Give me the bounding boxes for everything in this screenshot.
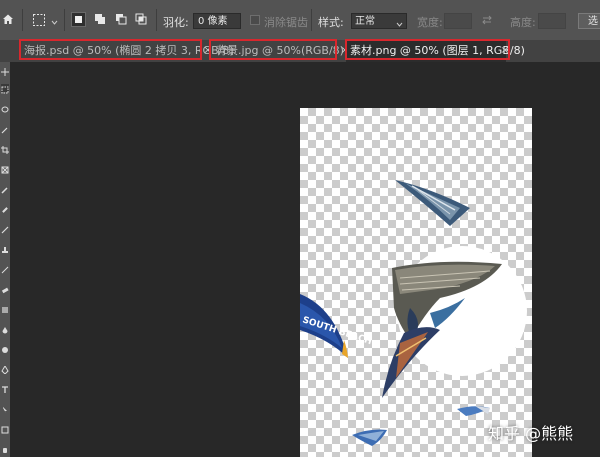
chevron-down-icon[interactable]	[51, 16, 58, 25]
height-input[interactable]	[538, 13, 566, 29]
feather-label: 羽化:	[163, 16, 189, 29]
home-icon[interactable]	[2, 13, 14, 25]
intersect-selection-icon[interactable]	[134, 12, 148, 26]
rectangle-tool-icon[interactable]	[1, 424, 9, 434]
tools-panel	[0, 62, 10, 457]
move-tool-icon[interactable]	[1, 66, 9, 76]
antialias-label: 消除锯齿	[264, 16, 308, 29]
style-label: 样式:	[318, 16, 344, 29]
gradient-tool-icon[interactable]	[1, 304, 9, 313]
style-select-value: 正常	[355, 16, 375, 27]
canvas-artwork: SOUTH BEACH	[300, 180, 527, 446]
rect-marquee-tool-icon[interactable]	[32, 13, 46, 27]
quick-select-tool-icon[interactable]	[1, 124, 9, 134]
select-and-mask-label: 选	[588, 16, 598, 27]
eraser-tool-icon[interactable]	[1, 284, 9, 294]
watermark: 知乎 @熊熊	[488, 424, 574, 443]
chevron-down-icon	[396, 18, 403, 34]
crop-tool-icon[interactable]	[1, 144, 9, 154]
feather-input[interactable]: 0 像素	[193, 13, 241, 29]
select-and-mask-button[interactable]: 选	[578, 13, 600, 29]
pen-tool-icon[interactable]	[1, 364, 9, 375]
clone-stamp-tool-icon[interactable]	[1, 244, 9, 253]
brush-tool-icon[interactable]	[1, 224, 9, 234]
path-selection-tool-icon[interactable]	[1, 404, 9, 413]
options-bar: 羽化: 0 像素 消除锯齿 样式: 正常 宽度: 高度: 选	[0, 0, 600, 40]
highlight-box	[19, 39, 202, 60]
antialias-checkbox[interactable]	[250, 15, 260, 25]
marquee-tool-icon[interactable]	[1, 84, 9, 94]
blur-tool-icon[interactable]	[1, 324, 9, 334]
healing-brush-tool-icon[interactable]	[1, 204, 9, 213]
lasso-tool-icon[interactable]	[1, 104, 9, 113]
dodge-tool-icon[interactable]	[1, 344, 9, 353]
highlight-box	[345, 39, 510, 60]
subtract-from-selection-icon[interactable]	[114, 12, 128, 26]
width-input[interactable]	[444, 13, 472, 29]
add-to-selection-icon[interactable]	[93, 12, 107, 26]
style-select[interactable]: 正常	[351, 13, 407, 29]
eyedropper-tool-icon[interactable]	[1, 184, 9, 194]
document-canvas[interactable]: SOUTH BEACH	[300, 108, 532, 457]
width-label: 宽度:	[417, 16, 443, 29]
new-selection-icon[interactable]	[71, 12, 86, 27]
highlight-box	[209, 39, 337, 60]
history-brush-tool-icon[interactable]	[1, 264, 9, 274]
frame-tool-icon[interactable]	[1, 164, 9, 174]
height-label: 高度:	[510, 16, 536, 29]
swap-dimensions-icon[interactable]	[481, 14, 493, 26]
type-tool-icon[interactable]	[1, 384, 9, 393]
hand-tool-icon[interactable]	[1, 444, 9, 453]
